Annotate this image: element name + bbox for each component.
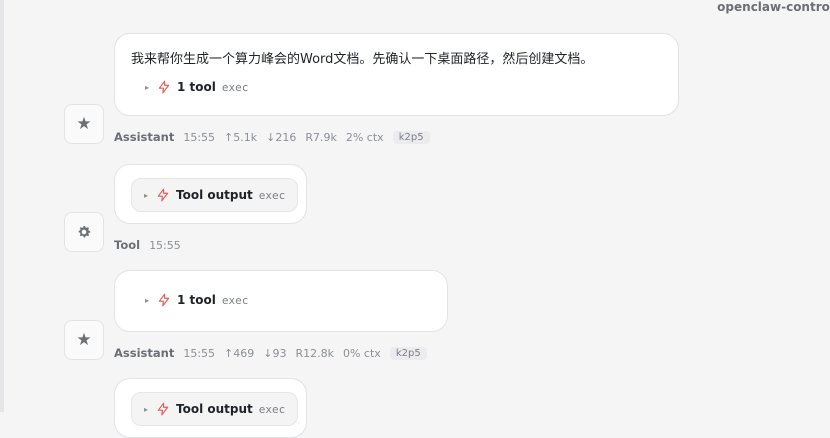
tool-message-bubble: ▸ Tool output exec xyxy=(114,164,307,224)
tool-count-label: 1 tool xyxy=(177,80,216,94)
bolt-icon xyxy=(158,80,170,94)
tool-summary-toggle[interactable]: ▸ 1 tool exec xyxy=(145,293,248,307)
timestamp: 15:55 xyxy=(183,346,216,360)
caret-right-icon: ▸ xyxy=(144,404,149,414)
author-name: Assistant xyxy=(114,130,175,144)
tool-output-toggle[interactable]: ▸ Tool output exec xyxy=(131,392,299,426)
tool-output-label: Tool output xyxy=(176,402,253,416)
star-icon: ★ xyxy=(76,114,92,134)
tool-output-label: Tool output xyxy=(176,188,253,202)
tool-command: exec xyxy=(258,402,286,416)
tokens-up: ↑469 xyxy=(224,346,255,360)
tokens-read: R12.8k xyxy=(295,346,334,360)
caret-right-icon: ▸ xyxy=(144,190,149,200)
context-usage: 2% ctx xyxy=(345,130,384,144)
caret-right-icon: ▸ xyxy=(145,295,150,305)
tool-summary-toggle[interactable]: ▸ 1 tool exec xyxy=(145,80,248,94)
bolt-icon xyxy=(158,293,170,307)
assistant-message-bubble: 我来帮你生成一个算力峰会的Word文档。先确认一下桌面路径，然后创建文档。 ▸ … xyxy=(114,33,679,116)
app-label: openclaw-control xyxy=(717,0,830,14)
timestamp: 15:55 xyxy=(149,238,181,252)
author-name: Assistant xyxy=(114,346,175,360)
tokens-up: ↑5.1k xyxy=(224,130,258,144)
tokens-down: ↓216 xyxy=(266,130,297,144)
gear-icon xyxy=(78,226,91,238)
tool-command: exec xyxy=(221,293,249,307)
tool-message-bubble: ▸ Tool output exec xyxy=(114,378,307,438)
bolt-icon xyxy=(157,188,169,202)
tool-output-toggle[interactable]: ▸ Tool output exec xyxy=(131,178,299,212)
tool-avatar xyxy=(64,212,104,252)
model-badge: k2p5 xyxy=(389,346,427,360)
message-meta: Tool 15:55 xyxy=(114,238,181,252)
bolt-icon xyxy=(157,402,169,416)
tool-command: exec xyxy=(258,188,286,202)
tool-count-label: 1 tool xyxy=(177,293,216,307)
assistant-message-bubble: ▸ 1 tool exec xyxy=(114,270,448,332)
message-text: 我来帮你生成一个算力峰会的Word文档。先确认一下桌面路径，然后创建文档。 xyxy=(131,52,594,67)
left-edge-divider xyxy=(0,0,4,412)
model-badge: k2p5 xyxy=(392,130,430,144)
context-usage: 0% ctx xyxy=(342,346,381,360)
message-meta: Assistant 15:55 ↑469 ↓93 R12.8k 0% ctx k… xyxy=(114,346,427,360)
tool-command: exec xyxy=(221,80,249,94)
tokens-down: ↓93 xyxy=(263,346,287,360)
assistant-avatar: ★ xyxy=(64,104,104,144)
tokens-read: R7.9k xyxy=(305,130,337,144)
author-name: Tool xyxy=(114,238,141,252)
timestamp: 15:55 xyxy=(183,130,216,144)
caret-right-icon: ▸ xyxy=(145,82,150,92)
star-icon: ★ xyxy=(76,330,92,350)
assistant-avatar: ★ xyxy=(64,320,104,360)
message-meta: Assistant 15:55 ↑5.1k ↓216 R7.9k 2% ctx … xyxy=(114,130,430,144)
